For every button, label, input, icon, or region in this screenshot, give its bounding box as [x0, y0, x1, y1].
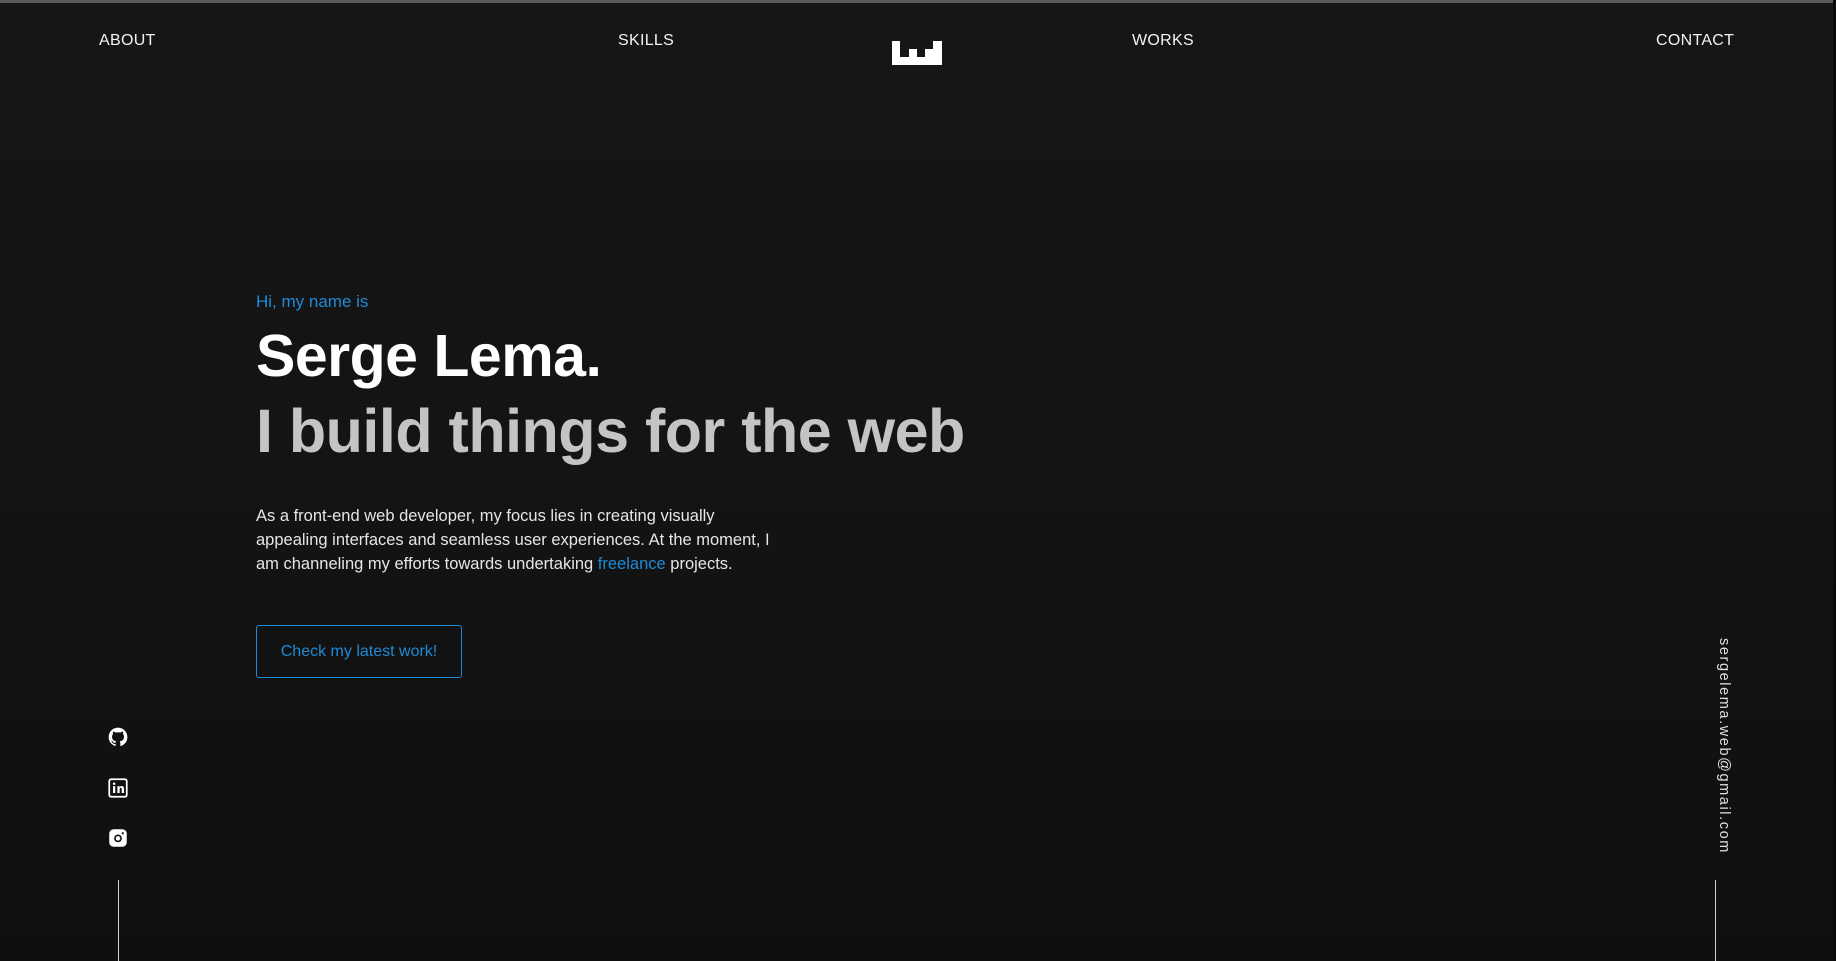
freelance-link[interactable]: freelance [598, 555, 666, 573]
nav-about-link[interactable]: ABOUT [99, 32, 156, 50]
page: ABOUT SKILLS WORKS CONTACT Hi, my name i… [0, 0, 1836, 961]
right-vertical-line [1715, 880, 1716, 961]
greeting-text: Hi, my name is [256, 292, 369, 311]
left-vertical-line [118, 880, 119, 961]
email-link[interactable]: sergelema.web@gmail.com [1716, 638, 1732, 854]
nav-works-link[interactable]: WORKS [1132, 32, 1194, 50]
check-latest-work-button[interactable]: Check my latest work! [256, 625, 462, 678]
nav-skills-link[interactable]: SKILLS [618, 32, 674, 50]
github-icon[interactable] [108, 727, 128, 747]
intro-paragraph: As a front-end web developer, my focus l… [256, 504, 776, 576]
intro-text-end: projects. [665, 555, 733, 573]
linkedin-icon[interactable] [108, 778, 128, 798]
hero-tagline: I build things for the web [256, 397, 965, 465]
wj-logo-icon[interactable] [892, 41, 942, 65]
top-border [0, 0, 1836, 3]
instagram-icon[interactable] [108, 828, 128, 848]
nav-contact-link[interactable]: CONTACT [1656, 32, 1734, 50]
hero-name: Serge Lema. [256, 323, 602, 389]
